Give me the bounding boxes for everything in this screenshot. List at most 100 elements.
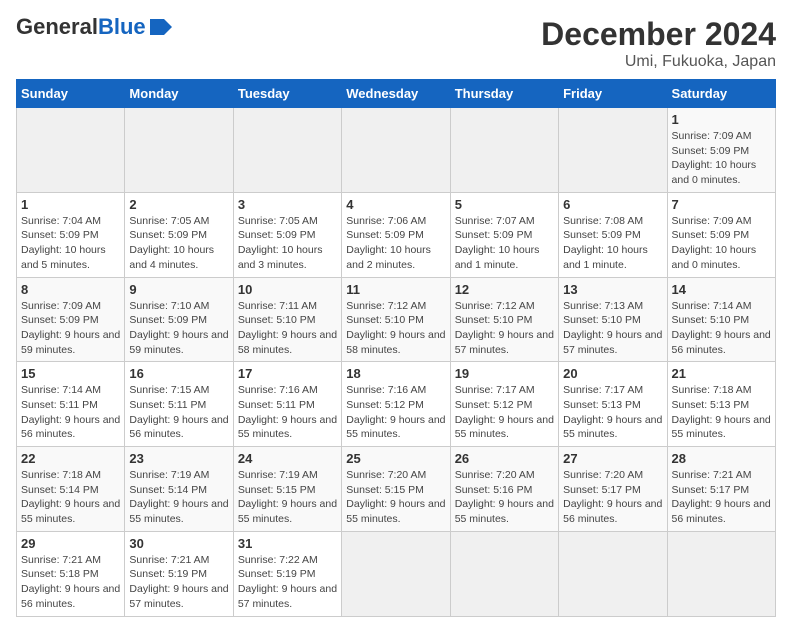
calendar-cell: 9Sunrise: 7:10 AMSunset: 5:09 PMDaylight… bbox=[125, 277, 233, 362]
day-number: 19 bbox=[455, 366, 554, 381]
calendar-cell bbox=[450, 108, 558, 193]
day-detail: Sunrise: 7:17 AMSunset: 5:13 PMDaylight:… bbox=[563, 383, 662, 442]
day-detail: Sunrise: 7:11 AMSunset: 5:10 PMDaylight:… bbox=[238, 299, 337, 358]
calendar-subtitle: Umi, Fukuoka, Japan bbox=[541, 53, 776, 71]
day-number: 7 bbox=[672, 197, 771, 212]
day-number: 16 bbox=[129, 366, 228, 381]
calendar-header: SundayMondayTuesdayWednesdayThursdayFrid… bbox=[17, 80, 776, 108]
day-detail: Sunrise: 7:09 AMSunset: 5:09 PMDaylight:… bbox=[672, 214, 771, 273]
calendar-cell: 3 Sunrise: 7:05 AMSunset: 5:09 PMDaylight… bbox=[233, 192, 341, 277]
calendar-cell: 17Sunrise: 7:16 AMSunset: 5:11 PMDayligh… bbox=[233, 362, 341, 447]
day-detail: Sunrise: 7:19 AMSunset: 5:15 PMDaylight:… bbox=[238, 468, 337, 527]
day-detail: Sunrise: 7:14 AMSunset: 5:10 PMDaylight:… bbox=[672, 299, 771, 358]
day-number: 23 bbox=[129, 451, 228, 466]
day-detail: Sunrise: 7:20 AMSunset: 5:15 PMDaylight:… bbox=[346, 468, 445, 527]
calendar-cell: 28Sunrise: 7:21 AMSunset: 5:17 PMDayligh… bbox=[667, 447, 775, 532]
day-detail: Sunrise: 7:20 AMSunset: 5:17 PMDaylight:… bbox=[563, 468, 662, 527]
calendar-week: 22 Sunrise: 7:18 AMSunset: 5:14 PMDayligh… bbox=[17, 447, 776, 532]
column-header-saturday: Saturday bbox=[667, 80, 775, 108]
calendar-cell: 1 Sunrise: 7:09 AMSunset: 5:09 PMDaylight… bbox=[667, 108, 775, 193]
calendar-cell bbox=[342, 531, 450, 616]
calendar-table: SundayMondayTuesdayWednesdayThursdayFrid… bbox=[16, 79, 776, 617]
day-number: 29 bbox=[21, 536, 120, 551]
day-detail: Sunrise: 7:08 AMSunset: 5:09 PMDaylight:… bbox=[563, 214, 662, 273]
calendar-cell: 6 Sunrise: 7:08 AMSunset: 5:09 PMDaylight… bbox=[559, 192, 667, 277]
calendar-week: 15Sunrise: 7:14 AMSunset: 5:11 PMDayligh… bbox=[17, 362, 776, 447]
calendar-cell: 27 Sunrise: 7:20 AMSunset: 5:17 PMDayligh… bbox=[559, 447, 667, 532]
day-number: 13 bbox=[563, 282, 662, 297]
day-number: 1 bbox=[672, 112, 771, 127]
calendar-cell: 1Sunrise: 7:04 AMSunset: 5:09 PMDaylight… bbox=[17, 192, 125, 277]
day-number: 25 bbox=[346, 451, 445, 466]
calendar-title: December 2024 bbox=[541, 16, 776, 53]
calendar-week: 29 Sunrise: 7:21 AMSunset: 5:18 PMDayligh… bbox=[17, 531, 776, 616]
calendar-cell bbox=[450, 531, 558, 616]
calendar-cell bbox=[233, 108, 341, 193]
day-detail: Sunrise: 7:06 AMSunset: 5:09 PMDaylight:… bbox=[346, 214, 445, 273]
day-number: 8 bbox=[21, 282, 120, 297]
day-number: 6 bbox=[563, 197, 662, 212]
column-header-sunday: Sunday bbox=[17, 80, 125, 108]
calendar-cell: 23 Sunrise: 7:19 AMSunset: 5:14 PMDayligh… bbox=[125, 447, 233, 532]
day-detail: Sunrise: 7:19 AMSunset: 5:14 PMDaylight:… bbox=[129, 468, 228, 527]
day-detail: Sunrise: 7:21 AMSunset: 5:18 PMDaylight:… bbox=[21, 553, 120, 612]
calendar-cell: 10Sunrise: 7:11 AMSunset: 5:10 PMDayligh… bbox=[233, 277, 341, 362]
day-number: 22 bbox=[21, 451, 120, 466]
calendar-cell bbox=[667, 531, 775, 616]
calendar-cell bbox=[125, 108, 233, 193]
day-number: 27 bbox=[563, 451, 662, 466]
day-number: 28 bbox=[672, 451, 771, 466]
calendar-cell: 22 Sunrise: 7:18 AMSunset: 5:14 PMDayligh… bbox=[17, 447, 125, 532]
day-number: 2 bbox=[129, 197, 228, 212]
column-header-monday: Monday bbox=[125, 80, 233, 108]
day-detail: Sunrise: 7:21 AMSunset: 5:19 PMDaylight:… bbox=[129, 553, 228, 612]
day-detail: Sunrise: 7:20 AMSunset: 5:16 PMDaylight:… bbox=[455, 468, 554, 527]
title-block: December 2024 Umi, Fukuoka, Japan bbox=[541, 16, 776, 71]
day-detail: Sunrise: 7:05 AMSunset: 5:09 PMDaylight:… bbox=[129, 214, 228, 273]
day-number: 31 bbox=[238, 536, 337, 551]
calendar-cell: 4 Sunrise: 7:06 AMSunset: 5:09 PMDaylight… bbox=[342, 192, 450, 277]
calendar-cell: 5Sunrise: 7:07 AMSunset: 5:09 PMDaylight… bbox=[450, 192, 558, 277]
day-number: 15 bbox=[21, 366, 120, 381]
logo-general: GeneralBlue bbox=[16, 16, 146, 38]
calendar-cell: 11 Sunrise: 7:12 AMSunset: 5:10 PMDayligh… bbox=[342, 277, 450, 362]
calendar-cell: 7 Sunrise: 7:09 AMSunset: 5:09 PMDaylight… bbox=[667, 192, 775, 277]
logo: GeneralBlue bbox=[16, 16, 172, 38]
day-detail: Sunrise: 7:12 AMSunset: 5:10 PMDaylight:… bbox=[455, 299, 554, 358]
day-number: 11 bbox=[346, 282, 445, 297]
day-detail: Sunrise: 7:17 AMSunset: 5:12 PMDaylight:… bbox=[455, 383, 554, 442]
calendar-week: 1Sunrise: 7:04 AMSunset: 5:09 PMDaylight… bbox=[17, 192, 776, 277]
column-header-wednesday: Wednesday bbox=[342, 80, 450, 108]
calendar-cell bbox=[17, 108, 125, 193]
day-detail: Sunrise: 7:09 AMSunset: 5:09 PMDaylight:… bbox=[672, 129, 771, 188]
day-detail: Sunrise: 7:05 AMSunset: 5:09 PMDaylight:… bbox=[238, 214, 337, 273]
day-number: 3 bbox=[238, 197, 337, 212]
calendar-cell: 21Sunrise: 7:18 AMSunset: 5:13 PMDayligh… bbox=[667, 362, 775, 447]
calendar-cell: 24Sunrise: 7:19 AMSunset: 5:15 PMDayligh… bbox=[233, 447, 341, 532]
calendar-cell bbox=[559, 108, 667, 193]
day-number: 12 bbox=[455, 282, 554, 297]
day-number: 30 bbox=[129, 536, 228, 551]
calendar-cell: 8 Sunrise: 7:09 AMSunset: 5:09 PMDaylight… bbox=[17, 277, 125, 362]
calendar-cell: 16Sunrise: 7:15 AMSunset: 5:11 PMDayligh… bbox=[125, 362, 233, 447]
calendar-cell: 14 Sunrise: 7:14 AMSunset: 5:10 PMDayligh… bbox=[667, 277, 775, 362]
day-number: 14 bbox=[672, 282, 771, 297]
calendar-week: 8 Sunrise: 7:09 AMSunset: 5:09 PMDaylight… bbox=[17, 277, 776, 362]
day-detail: Sunrise: 7:12 AMSunset: 5:10 PMDaylight:… bbox=[346, 299, 445, 358]
calendar-cell bbox=[342, 108, 450, 193]
day-number: 1 bbox=[21, 197, 120, 212]
day-detail: Sunrise: 7:18 AMSunset: 5:14 PMDaylight:… bbox=[21, 468, 120, 527]
day-number: 20 bbox=[563, 366, 662, 381]
day-detail: Sunrise: 7:13 AMSunset: 5:10 PMDaylight:… bbox=[563, 299, 662, 358]
day-number: 26 bbox=[455, 451, 554, 466]
day-detail: Sunrise: 7:09 AMSunset: 5:09 PMDaylight:… bbox=[21, 299, 120, 358]
calendar-cell: 18Sunrise: 7:16 AMSunset: 5:12 PMDayligh… bbox=[342, 362, 450, 447]
day-detail: Sunrise: 7:10 AMSunset: 5:09 PMDaylight:… bbox=[129, 299, 228, 358]
calendar-cell: 13 Sunrise: 7:13 AMSunset: 5:10 PMDayligh… bbox=[559, 277, 667, 362]
calendar-week: 1 Sunrise: 7:09 AMSunset: 5:09 PMDaylight… bbox=[17, 108, 776, 193]
day-detail: Sunrise: 7:16 AMSunset: 5:12 PMDaylight:… bbox=[346, 383, 445, 442]
calendar-cell bbox=[559, 531, 667, 616]
calendar-cell: 26 Sunrise: 7:20 AMSunset: 5:16 PMDayligh… bbox=[450, 447, 558, 532]
day-detail: Sunrise: 7:18 AMSunset: 5:13 PMDaylight:… bbox=[672, 383, 771, 442]
day-number: 4 bbox=[346, 197, 445, 212]
